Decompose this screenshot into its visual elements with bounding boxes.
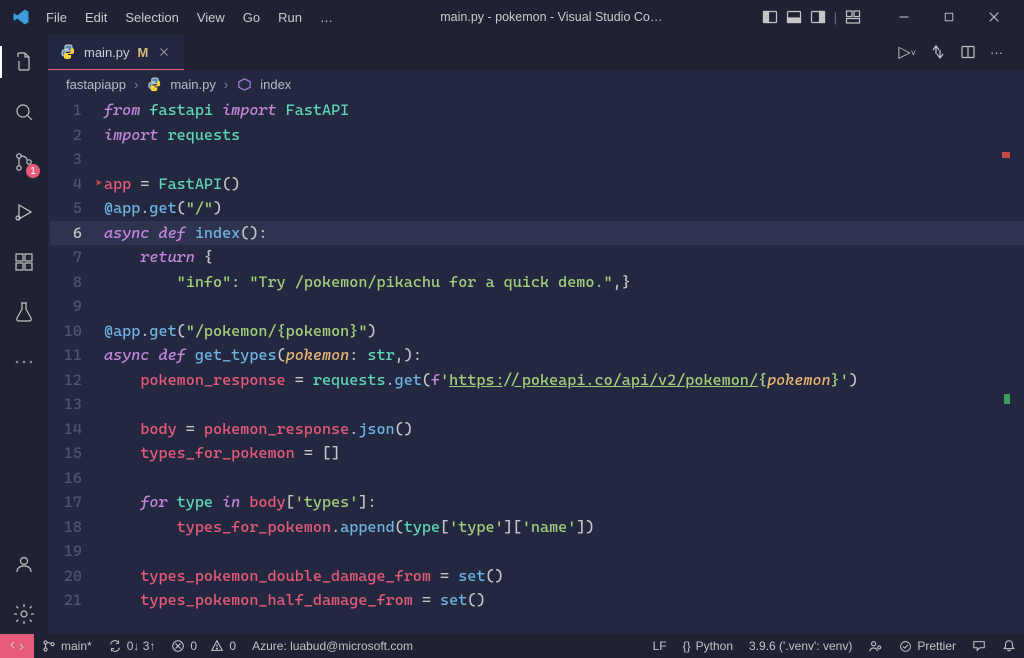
menu-bar: File Edit Selection View Go Run … — [38, 6, 341, 29]
line-number: 18 — [50, 515, 104, 540]
breadcrumb-folder[interactable]: fastapiapp — [66, 77, 126, 92]
panel-bottom-icon[interactable] — [786, 9, 802, 25]
line-number: 17 — [50, 490, 104, 515]
overview-ruler[interactable] — [1002, 98, 1010, 634]
line-number: 9 — [50, 294, 104, 319]
tab-modified-indicator: M — [138, 45, 149, 60]
line-number: 5 — [50, 196, 104, 221]
line-number: 7 — [50, 245, 104, 270]
activity-bar: 1 — [0, 34, 48, 634]
feedback-icon[interactable] — [964, 634, 994, 658]
live-share-icon[interactable] — [860, 634, 891, 658]
menu-edit[interactable]: Edit — [77, 6, 115, 29]
eol-indicator[interactable]: LF — [645, 634, 675, 658]
azure-account[interactable]: Azure: luabud@microsoft.com — [244, 634, 421, 658]
line-number: 21 — [50, 588, 104, 613]
extensions-icon[interactable] — [0, 242, 48, 282]
panel-left-icon[interactable] — [762, 9, 778, 25]
maximize-button[interactable] — [926, 0, 971, 34]
line-number: 2 — [50, 123, 104, 148]
layout-controls: | — [762, 9, 861, 25]
menu-more[interactable]: … — [312, 6, 341, 29]
line-number: 1 — [50, 98, 104, 123]
settings-gear-icon[interactable] — [0, 594, 48, 634]
breadcrumb-symbol[interactable]: index — [260, 77, 291, 92]
line-number: 6 — [50, 221, 104, 246]
change-marker[interactable] — [1004, 394, 1010, 404]
explorer-icon[interactable] — [0, 42, 48, 82]
line-number: 12 — [50, 368, 104, 393]
code-editor[interactable]: 1from fastapi import FastAPI 2import req… — [48, 98, 1024, 634]
line-number: 10 — [50, 319, 104, 344]
line-number: 16 — [50, 466, 104, 491]
line-number: 19 — [50, 539, 104, 564]
diff-icon[interactable] — [930, 44, 946, 60]
line-number: 4▶ — [50, 172, 104, 197]
source-control-icon[interactable]: 1 — [0, 142, 48, 182]
testing-icon[interactable] — [0, 292, 48, 332]
tab-main-py[interactable]: main.py M — [48, 34, 184, 70]
remote-indicator[interactable] — [0, 634, 34, 658]
minimize-button[interactable] — [881, 0, 926, 34]
editor-actions: ▷˅ ··· — [884, 34, 1024, 70]
line-number: 13 — [50, 392, 104, 417]
close-button[interactable] — [971, 0, 1016, 34]
git-sync[interactable]: 0↓ 3↑ — [100, 634, 164, 658]
window-title: main.py - pokemon - Visual Studio Co… — [341, 10, 762, 24]
menu-view[interactable]: View — [189, 6, 233, 29]
line-number: 15 — [50, 441, 104, 466]
menu-go[interactable]: Go — [235, 6, 268, 29]
vscode-logo-icon — [12, 8, 30, 26]
editor-more-icon[interactable]: ··· — [990, 45, 1010, 60]
python-file-icon — [146, 76, 162, 92]
git-branch[interactable]: main* — [34, 634, 100, 658]
run-debug-icon[interactable] — [0, 192, 48, 232]
window-controls — [881, 0, 1016, 34]
line-number: 3 — [50, 147, 104, 172]
layout-customize-icon[interactable] — [845, 9, 861, 25]
run-file-button[interactable]: ▷˅ — [898, 42, 916, 62]
breakpoint-icon[interactable]: ▶ — [96, 172, 102, 197]
line-number: 11 — [50, 343, 104, 368]
tab-label: main.py — [84, 45, 130, 60]
editor-group: main.py M ▷˅ ··· fastapiapp › main.py › … — [48, 34, 1024, 634]
language-mode[interactable]: {} Python — [675, 634, 741, 658]
line-number: 20 — [50, 564, 104, 589]
status-bar: main* 0↓ 3↑ 0 0 Azure: luabud@microsoft.… — [0, 634, 1024, 658]
menu-file[interactable]: File — [38, 6, 75, 29]
notifications-icon[interactable] — [994, 634, 1024, 658]
python-file-icon — [60, 44, 76, 60]
panel-right-icon[interactable] — [810, 9, 826, 25]
split-editor-icon[interactable] — [960, 44, 976, 60]
python-interpreter[interactable]: 3.9.6 ('.venv': venv) — [741, 634, 860, 658]
problems-errors[interactable]: 0 0 — [163, 634, 244, 658]
symbol-method-icon — [236, 76, 252, 92]
search-icon[interactable] — [0, 92, 48, 132]
breadcrumb[interactable]: fastapiapp › main.py › index — [48, 70, 1024, 98]
title-bar: File Edit Selection View Go Run … main.p… — [0, 0, 1024, 34]
prettier-status[interactable]: Prettier — [891, 634, 964, 658]
menu-selection[interactable]: Selection — [117, 6, 186, 29]
tab-bar: main.py M ▷˅ ··· — [48, 34, 1024, 70]
scm-badge: 1 — [26, 164, 40, 178]
more-icon[interactable] — [0, 342, 48, 382]
accounts-icon[interactable] — [0, 544, 48, 584]
breadcrumb-file[interactable]: main.py — [170, 77, 216, 92]
line-number: 8 — [50, 270, 104, 295]
error-marker[interactable] — [1002, 152, 1010, 158]
line-number: 14 — [50, 417, 104, 442]
close-tab-icon[interactable] — [156, 44, 172, 60]
menu-run[interactable]: Run — [270, 6, 310, 29]
